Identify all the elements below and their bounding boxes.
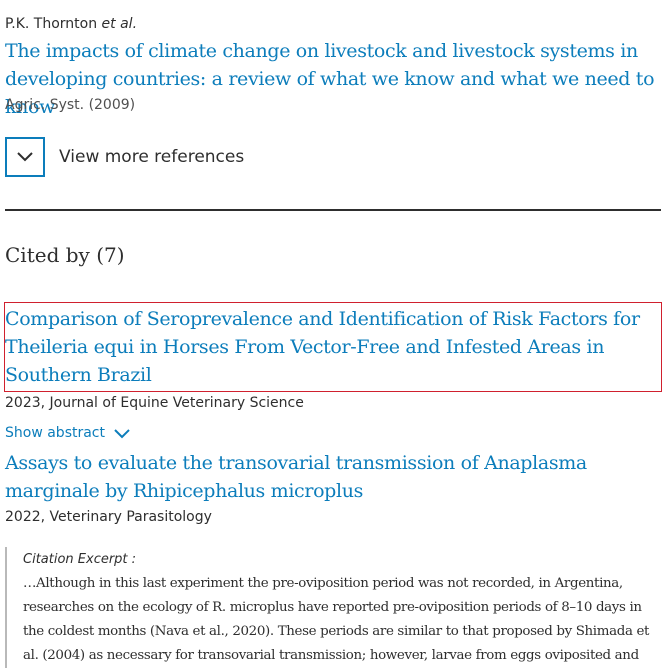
show-abstract-button[interactable]: Show abstract [5,425,131,441]
reference-authors: P.K. Thornton et al. [5,16,137,32]
view-more-toggle-box[interactable] [5,137,45,177]
reference-et-al: et al. [101,16,138,32]
citation-title-highlight: Comparison of Seroprevalence and Identif… [4,302,662,392]
cited-by-count: (7) [96,243,125,267]
section-divider [5,209,661,211]
citation-title-link[interactable]: Comparison of Seroprevalence and Identif… [5,305,661,389]
citation-excerpt-text: …Although in this last experiment the pr… [23,576,650,663]
cited-by-label: Cited by [5,243,90,267]
citation-excerpt: Citation Excerpt : …Although in this las… [5,547,661,668]
chevron-down-icon [17,152,33,162]
reference-author-names: P.K. Thornton [5,16,98,32]
citation-item: Comparison of Seroprevalence and Identif… [4,302,662,441]
citation-excerpt-label: Citation Excerpt : [23,552,137,567]
show-abstract-label: Show abstract [5,425,105,441]
citation-meta: 2022, Veterinary Parasitology [5,509,212,525]
reference-source: Agric. Syst. (2009) [5,97,136,113]
citation-meta: 2023, Journal of Equine Veterinary Scien… [5,395,304,411]
citation-item: Assays to evaluate the transovarial tran… [5,449,661,525]
view-more-references-label: View more references [59,147,245,167]
chevron-down-icon [113,428,131,439]
citation-title-link[interactable]: Assays to evaluate the transovarial tran… [5,449,661,505]
cited-by-heading: Cited by (7) [5,243,125,267]
view-more-references-button[interactable]: View more references [5,137,244,177]
